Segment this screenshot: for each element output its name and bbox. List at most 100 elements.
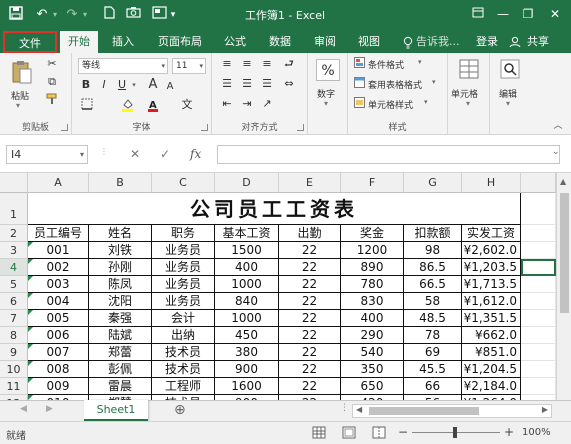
table-cell[interactable]: 003 — [28, 276, 89, 293]
orientation-icon[interactable]: ↗ — [260, 97, 274, 111]
format-as-table-button[interactable]: 套用表格格式 — [368, 78, 422, 91]
align-middle-icon[interactable]: ≡ — [240, 57, 254, 71]
empty-cell[interactable] — [521, 327, 556, 344]
horizontal-scrollbar[interactable]: ◀ ▶ — [352, 404, 552, 418]
selected-cell[interactable] — [521, 259, 556, 276]
row-header[interactable]: 9 — [0, 344, 28, 361]
table-cell[interactable]: 48.5 — [404, 310, 462, 327]
table-cell[interactable]: 004 — [28, 293, 89, 310]
empty-cell[interactable] — [521, 310, 556, 327]
paste-dropdown-icon[interactable]: ▾ — [16, 101, 20, 110]
header-cell[interactable]: 员工编号 — [28, 225, 89, 242]
table-cell[interactable]: 业务员 — [152, 259, 215, 276]
h-scroll-thumb[interactable] — [369, 407, 479, 415]
table-cell[interactable]: 陈凤 — [89, 276, 152, 293]
font-color-icon[interactable]: A — [146, 98, 160, 116]
table-cell[interactable]: 技术员 — [152, 361, 215, 378]
prev-sheet-icon[interactable]: ◀ — [20, 404, 27, 414]
table-cell[interactable]: 陆斌 — [89, 327, 152, 344]
header-cell[interactable]: 扣款额 — [404, 225, 462, 242]
header-cell[interactable]: 实发工资 — [462, 225, 521, 242]
tab-home[interactable]: 开始 — [60, 31, 98, 53]
cell-styles-icon[interactable] — [353, 97, 365, 112]
zoom-in-button[interactable]: + — [504, 425, 514, 439]
name-box[interactable]: I4 ▾ — [6, 145, 88, 164]
column-header[interactable]: F — [341, 173, 404, 193]
table-cell[interactable]: 780 — [341, 276, 404, 293]
table-cell[interactable]: 业务员 — [152, 293, 215, 310]
align-left-icon[interactable]: ☰ — [220, 77, 234, 91]
undo-dropdown-icon[interactable]: ▾ — [50, 6, 60, 24]
login-link[interactable]: 登录 — [472, 31, 502, 53]
table-cell[interactable]: 1500 — [215, 242, 279, 259]
table-cell[interactable]: 1000 — [215, 310, 279, 327]
table-cell[interactable]: 技术员 — [152, 344, 215, 361]
undo-icon[interactable]: ↶ — [34, 6, 50, 24]
paste-icon[interactable] — [10, 59, 34, 85]
collapse-ribbon-icon[interactable]: ︿ — [552, 119, 564, 133]
camera-icon[interactable] — [124, 6, 142, 24]
borders-icon[interactable] — [80, 98, 94, 114]
format-painter-icon[interactable] — [44, 93, 60, 109]
table-cell[interactable]: 22 — [279, 378, 341, 395]
table-cell[interactable]: 350 — [341, 361, 404, 378]
alignment-launcher-icon[interactable] — [297, 124, 304, 131]
cells-label[interactable]: 单元格 — [451, 87, 478, 100]
redo-dropdown-icon[interactable]: ▾ — [80, 6, 90, 24]
table-cell[interactable]: 22 — [279, 344, 341, 361]
row-header[interactable]: 5 — [0, 276, 28, 293]
empty-cell[interactable] — [521, 193, 556, 225]
empty-cell[interactable] — [521, 361, 556, 378]
print-preview-icon[interactable] — [150, 6, 168, 24]
new-file-icon[interactable] — [102, 6, 116, 24]
row-header[interactable]: 3 — [0, 242, 28, 259]
chevron-down-icon[interactable]: ▾ — [432, 78, 436, 86]
underline-button[interactable]: U — [116, 78, 128, 92]
increase-indent-icon[interactable]: ⇥ — [240, 97, 254, 111]
table-cell[interactable]: 650 — [341, 378, 404, 395]
table-cell[interactable]: 009 — [28, 378, 89, 395]
table-cell[interactable]: 1000 — [215, 276, 279, 293]
table-cell[interactable]: 001 — [28, 242, 89, 259]
cells-dropdown-icon[interactable]: ▾ — [466, 99, 470, 108]
empty-cell[interactable] — [521, 293, 556, 310]
qat-dropdown-icon[interactable]: ▾ — [168, 6, 178, 24]
table-cell[interactable]: 秦强 — [89, 310, 152, 327]
select-all-corner[interactable] — [0, 173, 28, 193]
cut-icon[interactable]: ✂ — [44, 57, 60, 71]
bold-button[interactable]: B — [80, 78, 92, 92]
table-cell[interactable]: 郑蕾 — [89, 344, 152, 361]
font-launcher-icon[interactable] — [201, 124, 208, 131]
table-cell[interactable]: 业务员 — [152, 276, 215, 293]
table-cell[interactable]: 58 — [404, 293, 462, 310]
table-cell[interactable]: ¥1,203.5 — [462, 259, 521, 276]
column-header[interactable]: D — [215, 173, 279, 193]
table-cell[interactable]: 007 — [28, 344, 89, 361]
minimize-button[interactable]: — — [493, 5, 513, 23]
vertical-scrollbar[interactable]: ▲ — [556, 173, 571, 400]
table-cell[interactable]: 86.5 — [404, 259, 462, 276]
page-break-view-icon[interactable] — [372, 426, 386, 442]
cell-styles-button[interactable]: 单元格样式 — [368, 98, 413, 111]
row-header[interactable]: 10 — [0, 361, 28, 378]
column-header[interactable]: C — [152, 173, 215, 193]
table-cell[interactable]: ¥2,184.0 — [462, 378, 521, 395]
table-cell[interactable]: 孙刚 — [89, 259, 152, 276]
table-cell[interactable]: 1200 — [341, 242, 404, 259]
ribbon-display-icon[interactable] — [468, 5, 488, 23]
sheet-tab-sheet1[interactable]: Sheet1 — [84, 400, 148, 421]
scroll-thumb[interactable] — [560, 193, 569, 313]
table-cell[interactable]: 22 — [279, 293, 341, 310]
cells-icon[interactable] — [458, 59, 480, 81]
table-cell[interactable]: 雷晨 — [89, 378, 152, 395]
header-cell[interactable]: 姓名 — [89, 225, 152, 242]
row-header[interactable]: 6 — [0, 293, 28, 310]
header-cell[interactable]: 职务 — [152, 225, 215, 242]
table-cell[interactable]: 会计 — [152, 310, 215, 327]
table-cell[interactable]: 400 — [215, 259, 279, 276]
save-icon[interactable] — [8, 6, 24, 24]
scroll-left-icon[interactable]: ◀ — [356, 405, 362, 414]
table-cell[interactable]: ¥2,602.0 — [462, 242, 521, 259]
conditional-format-icon[interactable] — [353, 57, 365, 72]
close-button[interactable]: ✕ — [545, 5, 565, 23]
